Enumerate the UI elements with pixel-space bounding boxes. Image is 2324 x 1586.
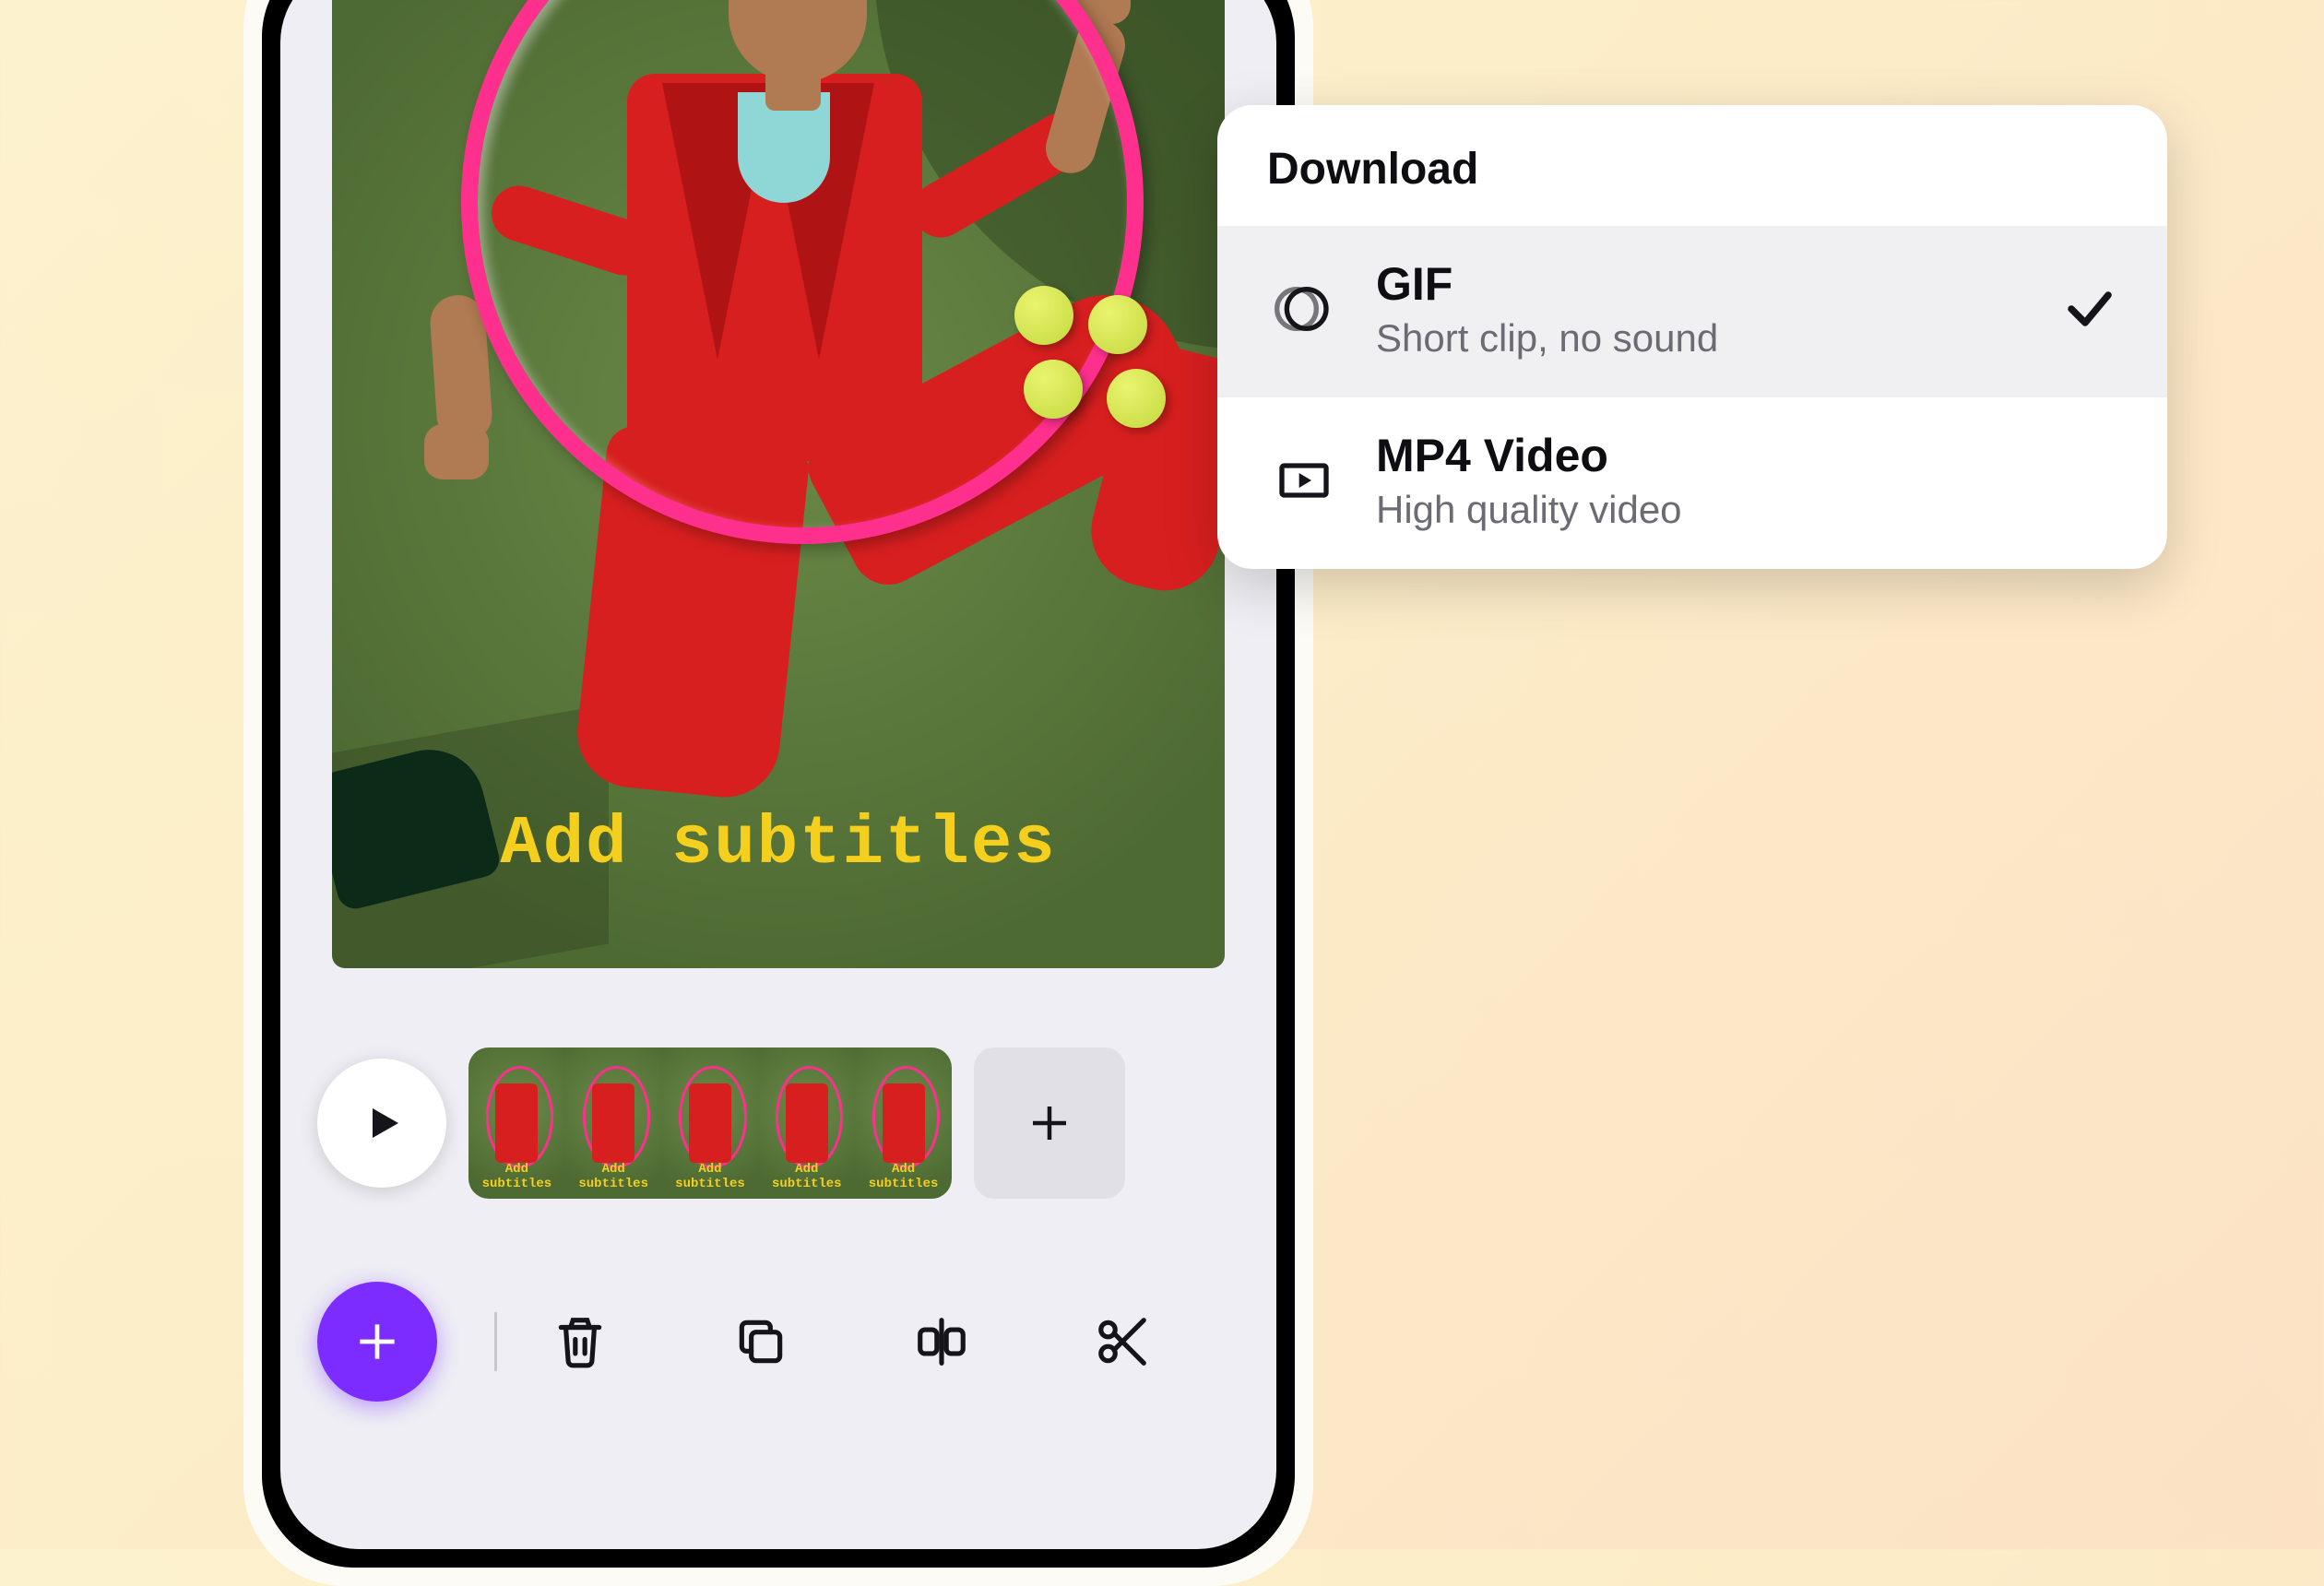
duplicate-button[interactable] bbox=[728, 1308, 794, 1375]
toolbar-divider bbox=[494, 1312, 497, 1371]
plus-icon bbox=[351, 1316, 403, 1367]
download-option-mp4[interactable]: MP4 Video High quality video bbox=[1217, 397, 2167, 569]
mp4-icon bbox=[1267, 444, 1341, 517]
download-popover: Download GIF Short clip, no sound MP4 Vi… bbox=[1217, 105, 2167, 569]
scissors-icon bbox=[1094, 1313, 1151, 1370]
download-option-subtitle: Short clip, no sound bbox=[1376, 316, 2027, 361]
tennis-ball bbox=[1088, 295, 1147, 354]
timeline-clip[interactable]: Add subtitles Add subtitles Add subtitle… bbox=[468, 1047, 952, 1199]
copy-icon bbox=[732, 1313, 789, 1370]
trash-icon bbox=[551, 1313, 609, 1370]
timeline-thumbnail: Add subtitles bbox=[468, 1047, 565, 1199]
editor-toolbar bbox=[317, 1272, 1239, 1411]
tennis-ball bbox=[1024, 360, 1083, 419]
plus-icon bbox=[1025, 1098, 1074, 1148]
subtitle-overlay-text[interactable]: Add subtitles bbox=[332, 806, 1225, 883]
timeline-thumbnail: Add subtitles bbox=[855, 1047, 952, 1199]
download-option-title: GIF bbox=[1376, 257, 2027, 311]
gif-icon bbox=[1267, 272, 1341, 346]
download-option-title: MP4 Video bbox=[1376, 429, 2117, 482]
download-option-subtitle: High quality video bbox=[1376, 488, 2117, 532]
timeline-row: Add subtitles Add subtitles Add subtitle… bbox=[317, 1040, 1239, 1206]
download-option-gif[interactable]: GIF Short clip, no sound bbox=[1217, 226, 2167, 397]
timeline-thumbnail: Add subtitles bbox=[758, 1047, 855, 1199]
preview-figure-hand bbox=[424, 424, 489, 479]
tennis-ball bbox=[1107, 369, 1166, 428]
split-icon bbox=[913, 1313, 970, 1370]
timeline-thumbnail: Add subtitles bbox=[662, 1047, 759, 1199]
delete-button[interactable] bbox=[547, 1308, 613, 1375]
tennis-ball bbox=[1014, 286, 1073, 345]
play-icon bbox=[360, 1101, 404, 1145]
play-button[interactable] bbox=[317, 1059, 446, 1188]
selected-check-icon bbox=[2062, 281, 2117, 337]
add-clip-button[interactable] bbox=[974, 1047, 1125, 1199]
split-button[interactable] bbox=[908, 1308, 975, 1375]
video-preview[interactable]: Add subtitles bbox=[332, 0, 1225, 968]
cut-button[interactable] bbox=[1089, 1308, 1156, 1375]
phone-screen: Add subtitles Add subtitles Add subtitle… bbox=[280, 0, 1276, 1549]
timeline-thumbnail: Add subtitles bbox=[565, 1047, 662, 1199]
add-media-fab[interactable] bbox=[317, 1282, 437, 1402]
download-popover-title: Download bbox=[1217, 105, 2167, 226]
